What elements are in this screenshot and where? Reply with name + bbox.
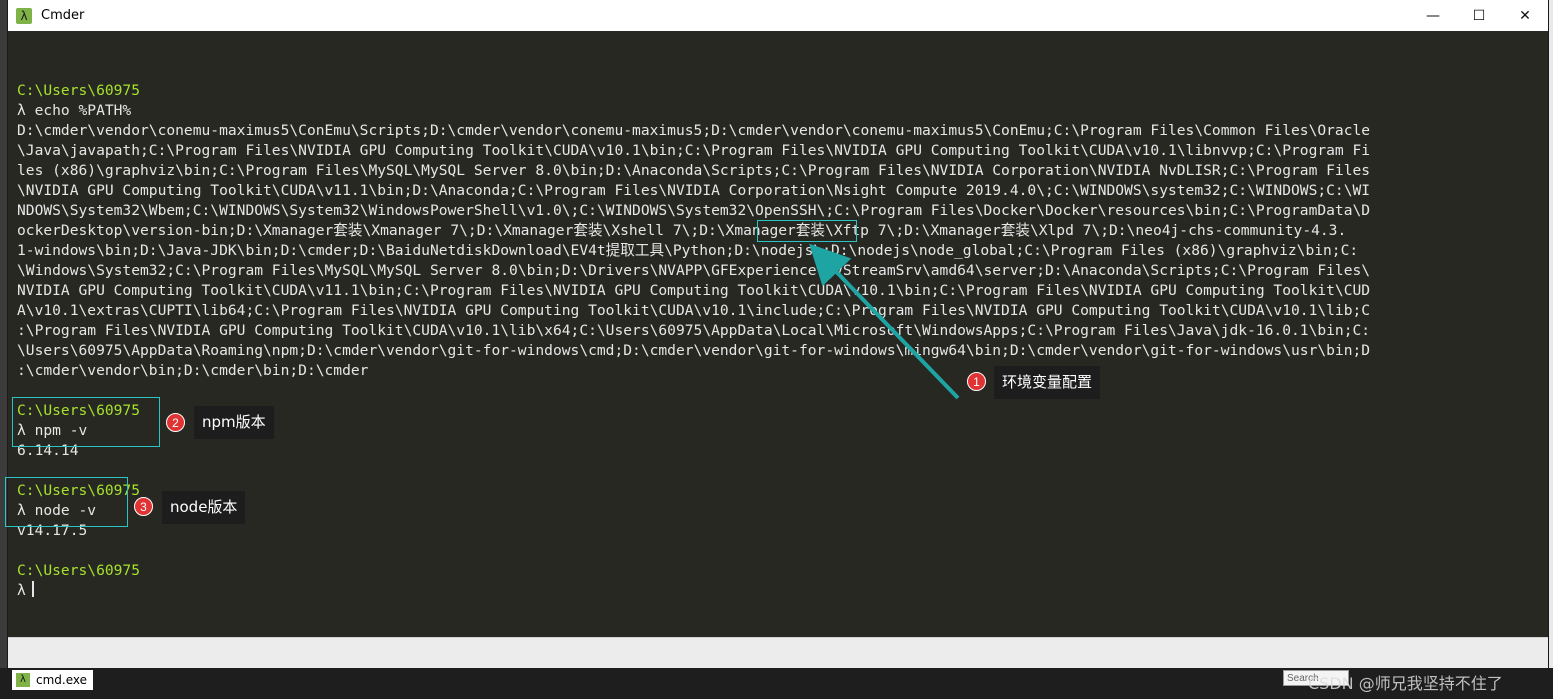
- background-desktop-strip: [1548, 0, 1553, 699]
- terminal-line-out: NVIDIA GPU Computing Toolkit\CUDA\v11.1\…: [17, 282, 1371, 299]
- close-button[interactable]: ✕: [1502, 0, 1548, 31]
- terminal-line-out: :\Program Files\NVIDIA GPU Computing Too…: [17, 322, 1371, 339]
- annotation-badge-1: 1: [967, 372, 986, 391]
- cmder-window: λ Cmder — ☐ ✕ C:\Users\60975 λ echo %PATH…: [8, 0, 1548, 669]
- lambda-icon: λ: [16, 673, 30, 687]
- terminal-line-out: v14.17.5: [17, 522, 88, 539]
- terminal-line-out: les (x86)\graphviz\bin;C:\Program Files\…: [17, 162, 1371, 179]
- window-controls: — ☐ ✕: [1410, 0, 1548, 31]
- annotation-label-node: node版本: [162, 491, 246, 524]
- window-title: Cmder: [41, 8, 85, 23]
- minimize-button[interactable]: —: [1410, 0, 1456, 31]
- csdn-watermark: CSDN @师兄我坚持不住了: [1308, 674, 1503, 693]
- maximize-button[interactable]: ☐: [1456, 0, 1502, 31]
- status-bar: [8, 637, 1548, 669]
- terminal-line-out: \Windows\System32;C:\Program Files\MySQL…: [17, 262, 1371, 279]
- text-cursor: [31, 581, 34, 597]
- npm-version-highlight: [12, 397, 160, 447]
- terminal-line-out: 6.14.14: [17, 442, 79, 459]
- node-version-highlight: [5, 477, 128, 527]
- annotation-badge-3: 3: [134, 497, 153, 516]
- taskbar-item-label: cmd.exe: [36, 673, 88, 687]
- terminal-area[interactable]: C:\Users\60975 λ echo %PATH% D:\cmder\vend…: [8, 31, 1548, 637]
- terminal-line-out: D:\cmder\vendor\conemu-maximus5\ConEmu\S…: [17, 122, 1371, 139]
- terminal-line-out: \NVIDIA GPU Computing Toolkit\CUDA\v11.1…: [17, 182, 1371, 199]
- title-bar[interactable]: λ Cmder — ☐ ✕: [8, 0, 1548, 31]
- terminal-line-prompt: λ: [17, 581, 1370, 601]
- lambda-app-icon: λ: [16, 7, 32, 24]
- terminal-line-out: \Users\60975\AppData\Roaming\npm;D:\cmde…: [17, 342, 1371, 359]
- taskbar-item-cmd[interactable]: λ cmd.exe: [12, 670, 94, 690]
- terminal-line-out: NDOWS\System32\Wbem;C:\WINDOWS\System32\…: [17, 202, 1371, 219]
- terminal-line-path: C:\Users\60975: [17, 562, 141, 579]
- terminal-line-out: 1-windows\bin;D:\Java-JDK\bin;D:\cmder;D…: [17, 242, 1359, 259]
- terminal-line-cmd: λ echo %PATH%: [17, 102, 132, 119]
- terminal-line-out: ockerDesktop\version-bin;D:\Xmanager套装\X…: [17, 222, 1347, 239]
- terminal-line-out: \Java\javapath;C:\Program Files\NVIDIA G…: [17, 142, 1371, 159]
- annotation-label-npm: npm版本: [194, 406, 274, 439]
- terminal-line-path: C:\Users\60975: [17, 82, 141, 99]
- terminal-line-out: :\cmder\vendor\bin;D:\cmder\bin;D:\cmder: [17, 362, 369, 379]
- annotation-badge-2: 2: [166, 413, 185, 432]
- annotation-label-env: 环境变量配置: [994, 366, 1101, 399]
- nodejs-path-highlight: [757, 220, 857, 242]
- terminal-line-out: A\v10.1\extras\CUPTI\lib64;C:\Program Fi…: [17, 302, 1371, 319]
